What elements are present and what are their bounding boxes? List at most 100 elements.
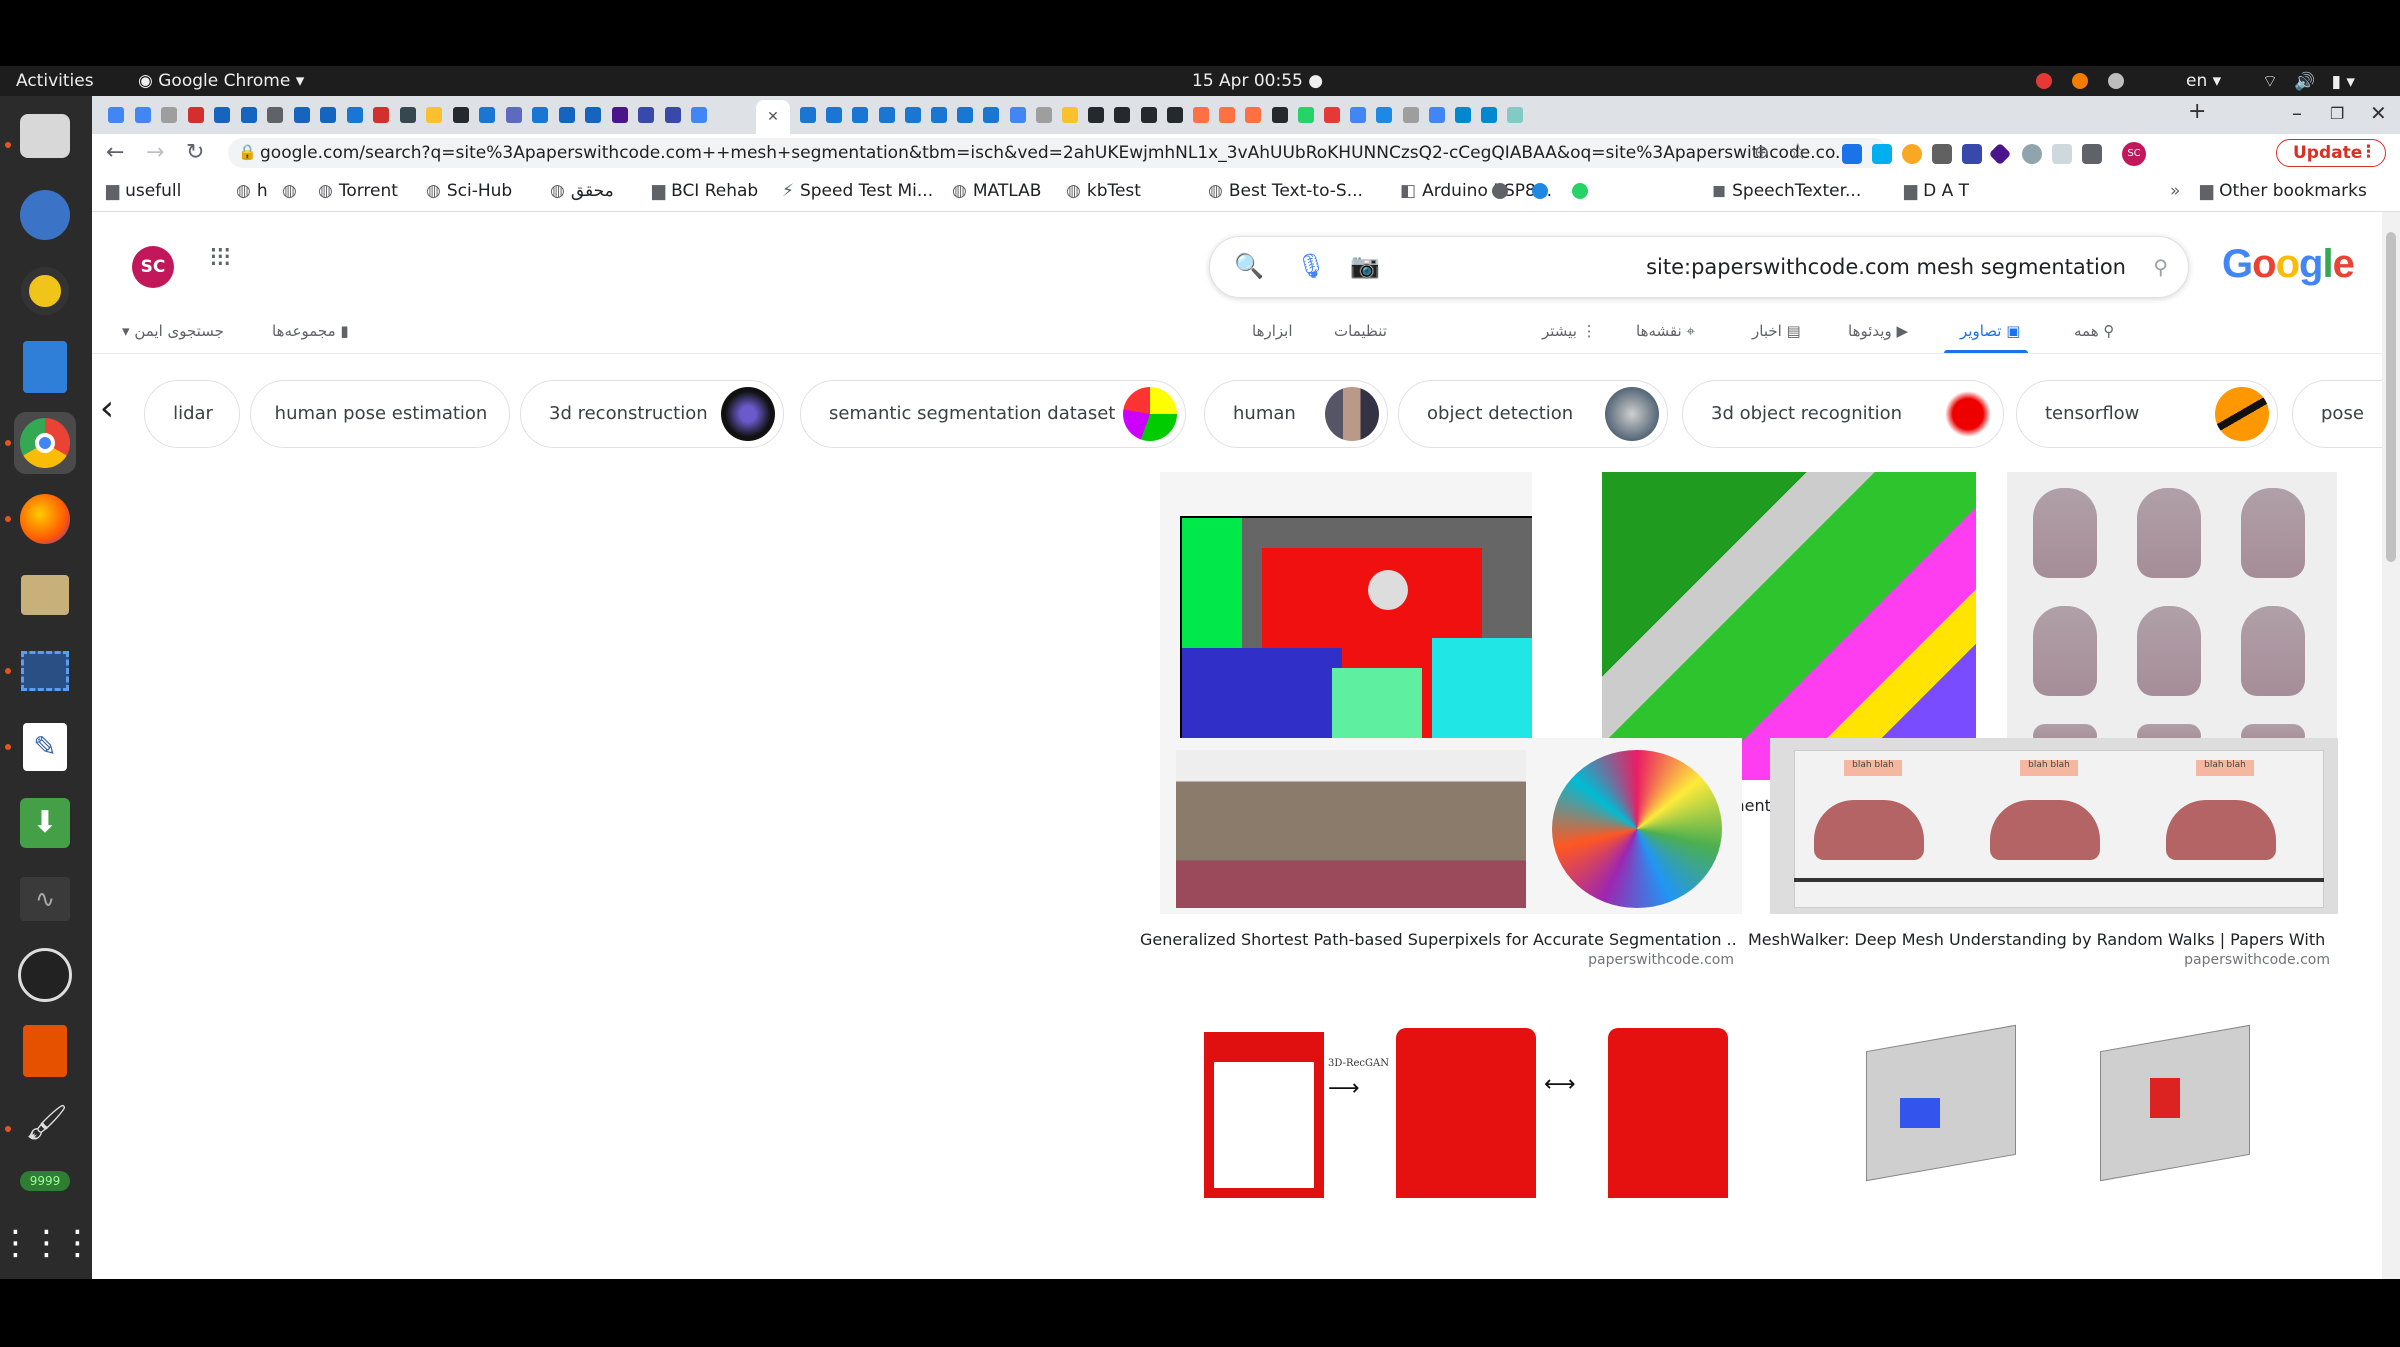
- skype-extension-icon[interactable]: [1872, 144, 1892, 164]
- browser-tab[interactable]: [1451, 103, 1475, 127]
- bookmark-icon[interactable]: [1572, 183, 1588, 199]
- address-bar[interactable]: 🔒 google.com/search?q=site%3Apaperswithc…: [228, 138, 1888, 168]
- browser-tab[interactable]: [184, 103, 208, 127]
- google-apps-icon[interactable]: ⁝⁝⁝: [209, 243, 232, 271]
- browser-tab[interactable]: [1425, 103, 1449, 127]
- chips-prev-chevron-icon[interactable]: ‹: [92, 391, 122, 434]
- collections-link[interactable]: مجموعه‌ها ▮: [272, 322, 349, 340]
- related-search-chip[interactable]: object detection: [1398, 380, 1668, 448]
- impress-icon[interactable]: [14, 1020, 76, 1082]
- browser-tab[interactable]: [822, 103, 846, 127]
- browser-tab[interactable]: [210, 103, 234, 127]
- bookmark-icon[interactable]: [1532, 183, 1548, 199]
- restore-icon[interactable]: ❐: [2330, 104, 2344, 123]
- download-manager-icon[interactable]: ⬇: [14, 792, 76, 854]
- image-result-title[interactable]: Generalized Shortest Path-based Superpix…: [1140, 930, 1736, 949]
- app-menu[interactable]: ◉ Google Chrome ▾: [138, 71, 304, 91]
- bookmark-item[interactable]: ◍ MATLAB: [952, 181, 1041, 201]
- browser-tab[interactable]: [1294, 103, 1318, 127]
- related-search-chip[interactable]: 3d object recognition: [1682, 380, 2004, 448]
- bookmark-item[interactable]: ◍ kbTest: [1066, 181, 1141, 201]
- bookmark-item[interactable]: ◍: [282, 181, 303, 201]
- bookmark-item[interactable]: ▆ D A T: [1904, 181, 1969, 201]
- google-logo[interactable]: Google: [2222, 242, 2355, 287]
- browser-tab[interactable]: [290, 103, 314, 127]
- browser-tab[interactable]: [608, 103, 632, 127]
- browser-tab[interactable]: [1084, 103, 1108, 127]
- chrome-icon[interactable]: [14, 412, 76, 474]
- browser-tab[interactable]: [1163, 103, 1187, 127]
- rhythmbox-icon[interactable]: [14, 260, 76, 322]
- language-indicator[interactable]: en ▾: [2186, 71, 2221, 91]
- back-icon[interactable]: ←: [106, 140, 124, 165]
- show-applications-icon[interactable]: ⋮⋮⋮: [0, 1212, 95, 1274]
- browser-tab[interactable]: [475, 103, 499, 127]
- safe-search-dropdown[interactable]: ▾ جستجوی ایمن: [122, 322, 224, 340]
- system-monitor-icon[interactable]: ∿: [14, 868, 76, 930]
- tools-button[interactable]: ابزارها: [1252, 322, 1293, 340]
- browser-tab[interactable]: [901, 103, 925, 127]
- image-result-thumbnail[interactable]: 3D-RecGAN ⟶ ⟷: [1160, 998, 1742, 1198]
- browser-tab[interactable]: [1399, 103, 1423, 127]
- voice-search-icon[interactable]: 🎙: [1296, 252, 1326, 280]
- browser-tab[interactable]: [1137, 103, 1161, 127]
- other-bookmarks[interactable]: ▆ Other bookmarks: [2200, 181, 2367, 201]
- tab-images[interactable]: تصاویر ▣: [1960, 322, 2020, 340]
- bookmark-star-icon[interactable]: ☆: [1788, 140, 1808, 165]
- clock[interactable]: 15 Apr 00:55 ●: [1192, 71, 1323, 91]
- browser-tab[interactable]: [396, 103, 420, 127]
- more-bookmarks-icon[interactable]: »: [2170, 181, 2180, 201]
- scroll-thumb[interactable]: [2386, 232, 2396, 562]
- browser-tab[interactable]: [979, 103, 1003, 127]
- puzzle-icon[interactable]: [2082, 144, 2102, 164]
- close-tab-icon[interactable]: ✕: [767, 109, 779, 125]
- browser-tab[interactable]: [1477, 103, 1501, 127]
- browser-tab[interactable]: [528, 103, 552, 127]
- browser-tab[interactable]: [1189, 103, 1213, 127]
- archive-icon[interactable]: [14, 564, 76, 626]
- browser-tab[interactable]: [796, 103, 820, 127]
- browser-tab[interactable]: [1372, 103, 1396, 127]
- profile-avatar[interactable]: SC: [2122, 142, 2146, 166]
- bookmark-item[interactable]: ◼ SpeechTexter...: [1712, 181, 1861, 201]
- image-result-source[interactable]: paperswithcode.com: [2184, 952, 2330, 968]
- search-query[interactable]: site:paperswithcode.com mesh segmentatio…: [1646, 255, 2126, 279]
- camera-search-icon[interactable]: 📷: [1350, 252, 1380, 280]
- forward-icon[interactable]: →: [146, 140, 164, 165]
- image-result-thumbnail[interactable]: [1160, 738, 1742, 914]
- bookmark-item[interactable]: ◍ h: [236, 181, 268, 201]
- related-search-chip[interactable]: human pose estimation: [250, 380, 510, 448]
- browser-tab[interactable]: [1215, 103, 1239, 127]
- obs-icon[interactable]: [14, 944, 76, 1006]
- search-box[interactable]: 🔍 🎙 📷 site:paperswithcode.com mesh segme…: [1209, 236, 2189, 298]
- update-button[interactable]: Update ⋮: [2276, 139, 2386, 167]
- image-result-thumbnail[interactable]: [1602, 472, 1976, 780]
- image-result-thumbnail[interactable]: [2007, 472, 2337, 780]
- browser-tab[interactable]: [875, 103, 899, 127]
- browser-tab[interactable]: [953, 103, 977, 127]
- close-window-icon[interactable]: ✕: [2370, 101, 2387, 125]
- bookmark-item[interactable]: ◍ محقق: [550, 181, 614, 201]
- writer-icon[interactable]: [14, 336, 76, 398]
- status-icons[interactable]: ⌔ 🔊 ▮ ▾: [2262, 71, 2355, 92]
- new-tab-icon[interactable]: +: [2188, 99, 2206, 124]
- browser-tab[interactable]: [449, 103, 473, 127]
- tab-maps[interactable]: نقشه‌ها ⌖: [1636, 322, 1695, 340]
- image-result-thumbnail[interactable]: [1160, 472, 1532, 780]
- text-editor-icon[interactable]: ✎: [14, 716, 76, 778]
- bookmark-item[interactable]: ◍ Best Text-to-S...: [1208, 181, 1363, 201]
- image-result-thumbnail[interactable]: [1770, 998, 2338, 1198]
- zoom-icon[interactable]: ⊕: [1754, 142, 1769, 163]
- bookmark-item[interactable]: ⚡ Speed Test Mi...: [782, 181, 933, 201]
- google-account-avatar[interactable]: SC: [132, 246, 174, 288]
- browser-tab[interactable]: [422, 103, 446, 127]
- browser-tab[interactable]: [634, 103, 658, 127]
- tab-news[interactable]: اخبار ▤: [1752, 322, 1801, 340]
- browser-tab[interactable]: [263, 103, 287, 127]
- browser-tab[interactable]: [661, 103, 685, 127]
- reload-icon[interactable]: ↻: [186, 140, 204, 165]
- extension-icon[interactable]: [1988, 142, 2012, 166]
- browser-tab[interactable]: [369, 103, 393, 127]
- related-search-chip[interactable]: tensorflow: [2016, 380, 2278, 448]
- related-search-chip[interactable]: 3d reconstruction: [520, 380, 784, 448]
